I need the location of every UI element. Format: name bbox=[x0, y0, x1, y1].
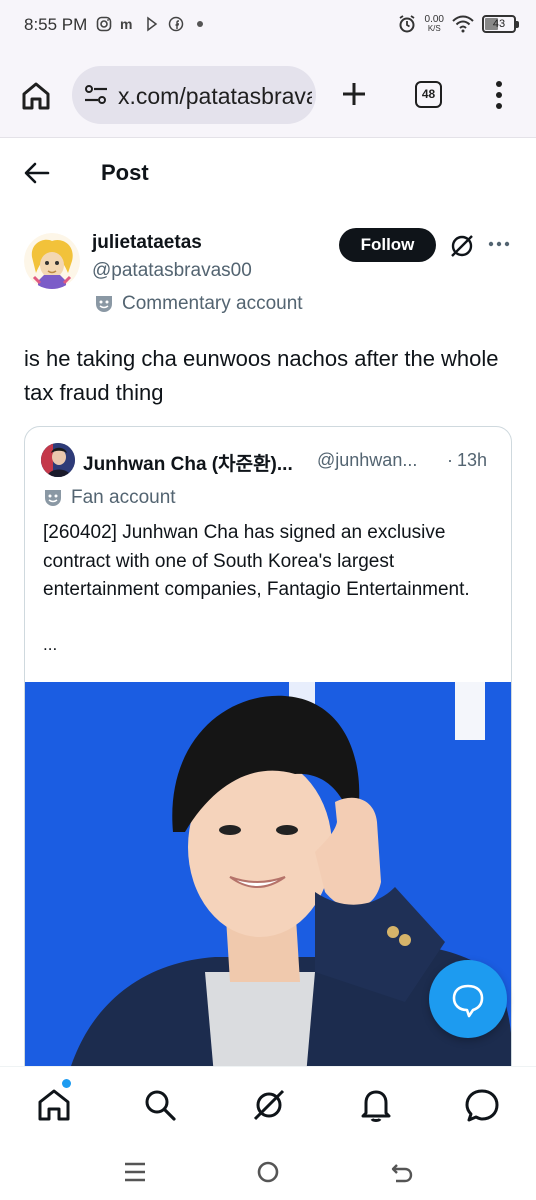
status-time: 8:55 PM bbox=[24, 15, 88, 34]
status-bar: 8:55 PM m 0.00 K/S 43 bbox=[0, 0, 536, 52]
home-icon[interactable] bbox=[34, 1085, 74, 1125]
back-system-icon[interactable] bbox=[388, 1158, 416, 1186]
facebook-icon bbox=[168, 16, 184, 32]
page-title: Post bbox=[101, 160, 149, 185]
network-speed: 0.00 K/S bbox=[424, 14, 444, 34]
svg-text:m: m bbox=[120, 16, 132, 32]
bottom-navigation bbox=[0, 1066, 536, 1144]
recent-apps-icon[interactable] bbox=[121, 1158, 149, 1186]
compose-reply-fab[interactable] bbox=[429, 960, 507, 1038]
author-handle[interactable]: @patatasbravas00 bbox=[92, 260, 252, 282]
url-bar[interactable]: x.com/patatasbravas00 bbox=[72, 66, 316, 124]
back-arrow-icon[interactable] bbox=[24, 162, 50, 184]
status-system-icons: 0.00 K/S 43 bbox=[397, 14, 519, 34]
messages-icon[interactable] bbox=[462, 1085, 502, 1125]
quoted-timestamp[interactable]: 13h bbox=[457, 450, 487, 471]
browser-home-icon[interactable] bbox=[20, 80, 52, 112]
new-tab-icon[interactable] bbox=[340, 80, 368, 108]
instagram-icon bbox=[96, 16, 112, 32]
home-unread-dot bbox=[62, 1079, 71, 1088]
home-circle-icon[interactable] bbox=[254, 1158, 282, 1186]
battery-icon: 43 bbox=[482, 15, 519, 33]
quoted-post-ellipsis: ... bbox=[43, 635, 58, 654]
messenger-m-icon: m bbox=[120, 16, 132, 32]
browser-menu-icon[interactable] bbox=[494, 80, 504, 110]
account-type-text: Commentary account bbox=[122, 293, 303, 314]
follow-button[interactable]: Follow bbox=[339, 228, 436, 262]
author-avatar[interactable] bbox=[24, 233, 80, 289]
browser-toolbar: x.com/patatasbravas00 48 bbox=[0, 52, 536, 138]
theater-mask-icon bbox=[96, 296, 112, 312]
notifications-icon[interactable] bbox=[356, 1085, 396, 1125]
url-text[interactable]: x.com/patatasbravas00 bbox=[118, 83, 312, 110]
cartoon-avatar-image bbox=[24, 233, 80, 289]
system-navigation-bar bbox=[0, 1144, 536, 1200]
network-speed-value: 0.00 bbox=[424, 14, 444, 25]
quoted-author-name[interactable]: Junhwan Cha (차준환)... bbox=[83, 449, 293, 476]
quoted-post-text: [260402] Junhwan Cha has signed an exclu… bbox=[43, 522, 470, 600]
app-notification-icon bbox=[147, 16, 158, 32]
quoted-avatar-image bbox=[41, 443, 75, 477]
theater-mask-icon bbox=[45, 490, 61, 506]
grok-icon[interactable] bbox=[249, 1085, 289, 1125]
quoted-author-handle[interactable]: @junhwan... bbox=[317, 450, 417, 471]
wifi-icon bbox=[452, 15, 474, 33]
alarm-icon bbox=[399, 15, 415, 33]
quoted-account-type-text: Fan account bbox=[71, 487, 176, 508]
author-name[interactable]: julietataetas bbox=[92, 232, 202, 254]
quoted-separator: · bbox=[447, 450, 453, 470]
post-text: is he taking cha eunwoos nachos after th… bbox=[24, 346, 499, 405]
battery-level: 43 bbox=[492, 18, 506, 30]
status-notification-icons: m bbox=[96, 16, 208, 32]
search-icon[interactable] bbox=[140, 1085, 180, 1125]
network-speed-unit: K/S bbox=[427, 24, 441, 33]
page-header: Post bbox=[0, 138, 536, 208]
site-settings-icon[interactable] bbox=[84, 84, 108, 106]
more-options-icon[interactable] bbox=[488, 240, 510, 248]
more-notifications-dot-icon bbox=[197, 21, 203, 27]
chat-bubble-icon bbox=[452, 984, 484, 1018]
account-type-label: Commentary account bbox=[94, 293, 303, 315]
tab-switcher-button[interactable]: 48 bbox=[415, 81, 442, 108]
quoted-account-type-label: Fan account bbox=[43, 487, 176, 509]
quoted-author-avatar[interactable] bbox=[41, 443, 75, 477]
grok-icon[interactable] bbox=[449, 233, 475, 259]
